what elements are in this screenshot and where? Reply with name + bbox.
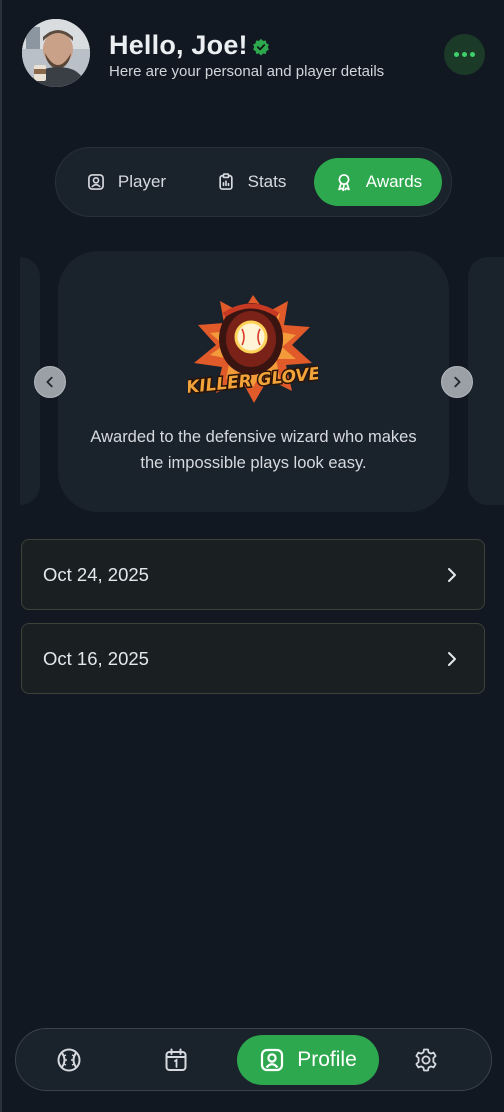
tab-player[interactable]: Player bbox=[76, 158, 176, 206]
chevron-right-icon bbox=[448, 651, 456, 666]
header-subtitle: Here are your personal and player detail… bbox=[109, 63, 385, 80]
tab-stats-label: Stats bbox=[247, 172, 287, 191]
award-date-row[interactable]: Oct 24, 2025 bbox=[21, 539, 485, 610]
tab-awards-label: Awards bbox=[365, 172, 423, 191]
avatar-photo bbox=[22, 19, 90, 87]
next-award-card[interactable] bbox=[468, 257, 504, 505]
tab-stats[interactable]: Stats bbox=[206, 158, 296, 206]
killer-glove-badge: KILLER GLOVE KILLER GLOVE bbox=[188, 295, 318, 403]
award-description: Awarded to the defensive wizard who make… bbox=[90, 428, 417, 472]
profile-icon bbox=[261, 1048, 284, 1072]
nav-games[interactable] bbox=[44, 1035, 94, 1085]
more-dot bbox=[470, 52, 475, 57]
nav-profile-label: Profile bbox=[297, 1048, 357, 1071]
award-date: Oct 24, 2025 bbox=[43, 563, 149, 585]
tab-player-label: Player bbox=[117, 172, 167, 191]
greeting-text: Hello, Joe! bbox=[109, 30, 248, 60]
chevron-right-icon bbox=[454, 376, 461, 388]
ribbon-award-icon bbox=[337, 174, 350, 192]
nav-settings[interactable] bbox=[401, 1035, 451, 1085]
user-badge-icon bbox=[87, 174, 104, 190]
tab-awards[interactable]: Awards bbox=[314, 158, 442, 206]
clipboard-icon bbox=[218, 173, 233, 190]
more-menu-button[interactable] bbox=[444, 34, 485, 75]
more-dots-icon bbox=[454, 52, 459, 57]
verified-badge-icon bbox=[252, 38, 269, 55]
baseball-icon bbox=[57, 1048, 81, 1072]
chevron-left-icon bbox=[46, 376, 53, 388]
avatar[interactable] bbox=[22, 19, 90, 87]
greeting: Hello, Joe! bbox=[109, 30, 270, 61]
award-card: KILLER GLOVE KILLER GLOVE Awarded to the… bbox=[58, 251, 449, 512]
carousel-next-button[interactable] bbox=[441, 366, 473, 398]
gear-icon bbox=[415, 1048, 437, 1072]
screen-edge bbox=[0, 0, 2, 1112]
award-date: Oct 16, 2025 bbox=[43, 647, 149, 669]
profile-tabs: Player Stats Awards bbox=[55, 147, 452, 217]
award-date-row[interactable]: Oct 16, 2025 bbox=[21, 623, 485, 694]
bottom-navigation: Profile bbox=[15, 1028, 492, 1091]
nav-schedule[interactable] bbox=[151, 1035, 201, 1085]
carousel-prev-button[interactable] bbox=[34, 366, 66, 398]
calendar-icon bbox=[165, 1048, 187, 1071]
chevron-right-icon bbox=[448, 567, 456, 582]
nav-profile[interactable]: Profile bbox=[237, 1035, 379, 1085]
more-dot bbox=[462, 52, 467, 57]
